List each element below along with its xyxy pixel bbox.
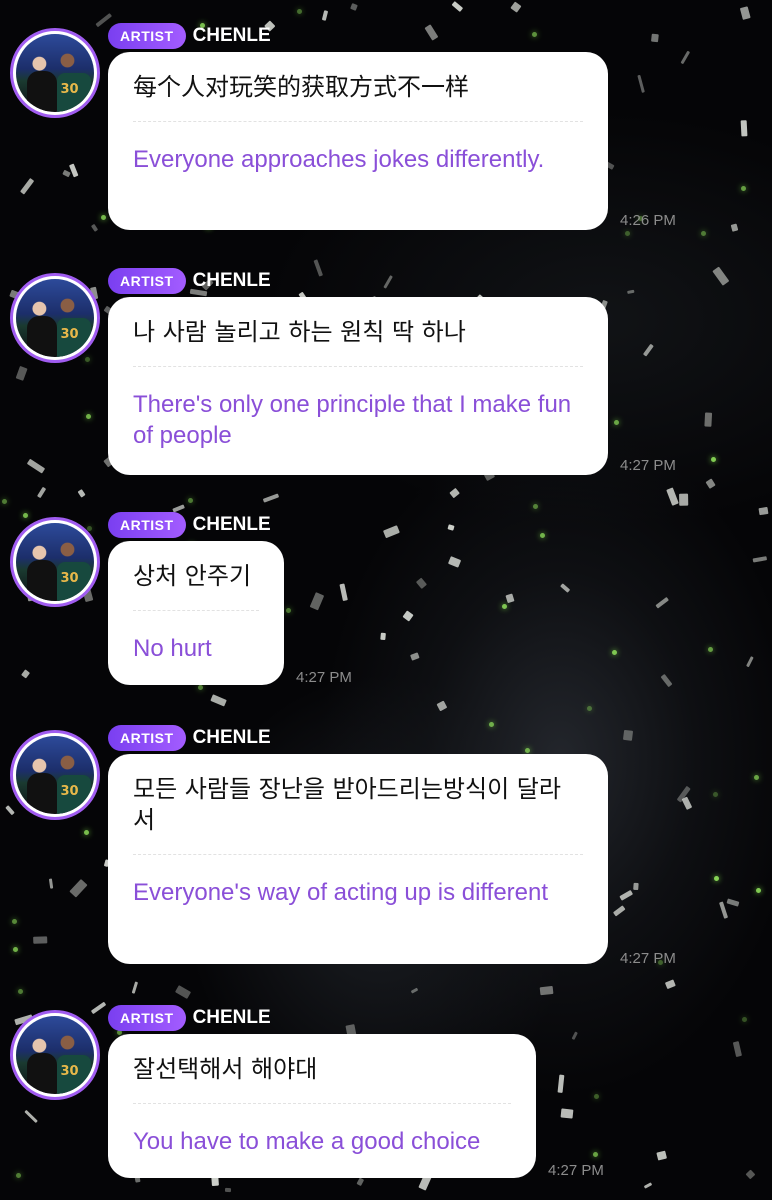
avatar[interactable]: 30 bbox=[10, 1010, 100, 1100]
confetti-piece bbox=[322, 10, 329, 21]
confetti-piece bbox=[739, 6, 751, 21]
lightstick-glow bbox=[296, 8, 302, 14]
confetti-piece bbox=[410, 987, 419, 994]
confetti-piece bbox=[210, 693, 228, 707]
chat-message: 30 ARTIST CHENLE 每个人对玩笑的获取方式不一样 Everyone… bbox=[10, 22, 770, 237]
confetti-piece bbox=[263, 493, 280, 504]
avatar[interactable]: 30 bbox=[10, 730, 100, 820]
timestamp: 4:26 PM bbox=[620, 212, 676, 229]
translation-text: No hurt bbox=[133, 635, 212, 662]
timestamp: 4:27 PM bbox=[548, 1162, 604, 1179]
message-header: ARTIST CHENLE bbox=[108, 22, 271, 50]
artist-badge: ARTIST bbox=[108, 725, 186, 751]
original-text: 每个人对玩笑的获取方式不一样 bbox=[133, 73, 469, 101]
original-text: 잘선택해서 해야대 bbox=[133, 1055, 318, 1083]
chat-message: 30 ARTIST CHENLE 나 사람 놀리고 하는 원칙 딱 하나 The… bbox=[10, 267, 770, 482]
sender-name[interactable]: CHENLE bbox=[193, 270, 271, 292]
avatar-photo: 30 bbox=[16, 279, 94, 357]
message-bubble[interactable]: 상처 안주기 No hurt bbox=[108, 541, 284, 685]
lightstick-glow bbox=[17, 989, 23, 995]
avatar[interactable]: 30 bbox=[10, 273, 100, 363]
confetti-piece bbox=[131, 981, 139, 994]
confetti-piece bbox=[436, 700, 448, 712]
sender-name[interactable]: CHENLE bbox=[193, 1007, 271, 1029]
lightstick-glow bbox=[1, 498, 7, 504]
artist-badge: ARTIST bbox=[108, 268, 186, 294]
confetti-piece bbox=[174, 985, 191, 1000]
avatar-photo: 30 bbox=[16, 34, 94, 112]
message-header: ARTIST CHENLE bbox=[108, 724, 271, 752]
timestamp: 4:27 PM bbox=[620, 950, 676, 967]
avatar-photo: 30 bbox=[16, 736, 94, 814]
avatar-photo: 30 bbox=[16, 1016, 94, 1094]
chat-message: 30 ARTIST CHENLE 모든 사람들 장난을 받아드리는방식이 달라서… bbox=[10, 724, 770, 974]
avatar[interactable]: 30 bbox=[10, 28, 100, 118]
avatar-photo: 30 bbox=[16, 523, 94, 601]
chat-message: 30 ARTIST CHENLE 잘선택해서 해야대 You have to m… bbox=[10, 1004, 770, 1194]
translation-text: Everyone approaches jokes differently. bbox=[133, 146, 545, 173]
lightstick-glow bbox=[587, 705, 593, 711]
confetti-piece bbox=[77, 488, 86, 498]
message-bubble[interactable]: 모든 사람들 장난을 받아드리는방식이 달라서 Everyone's way o… bbox=[108, 754, 608, 964]
message-bubble[interactable]: 잘선택해서 해야대 You have to make a good choice bbox=[108, 1034, 536, 1178]
confetti-piece bbox=[37, 486, 47, 499]
message-header: ARTIST CHENLE bbox=[108, 1004, 271, 1032]
confetti-piece bbox=[349, 3, 358, 12]
lightstick-glow bbox=[188, 497, 194, 503]
confetti-piece bbox=[539, 986, 554, 996]
lightstick-glow bbox=[532, 503, 538, 509]
chat-message: 30 ARTIST CHENLE 상처 안주기 No hurt 4:27 PM bbox=[10, 511, 770, 691]
original-text: 상처 안주기 bbox=[133, 562, 252, 590]
original-text: 모든 사람들 장난을 받아드리는방식이 달라서 bbox=[133, 775, 561, 834]
artist-badge: ARTIST bbox=[108, 1005, 186, 1031]
confetti-piece bbox=[665, 487, 679, 506]
confetti-piece bbox=[679, 493, 688, 505]
timestamp: 4:27 PM bbox=[296, 669, 352, 686]
translation-text: Everyone's way of acting up is different bbox=[133, 879, 549, 906]
translation-text: You have to make a good choice bbox=[133, 1128, 481, 1155]
confetti-piece bbox=[510, 1, 522, 13]
message-header: ARTIST CHENLE bbox=[108, 267, 271, 295]
original-text: 나 사람 놀리고 하는 원칙 딱 하나 bbox=[133, 318, 466, 346]
sender-name[interactable]: CHENLE bbox=[193, 25, 271, 47]
artist-badge: ARTIST bbox=[108, 23, 186, 49]
translation-text: There's only one principle that I make f… bbox=[133, 391, 572, 449]
message-bubble[interactable]: 每个人对玩笑的获取方式不一样 Everyone approaches jokes… bbox=[108, 52, 608, 230]
avatar[interactable]: 30 bbox=[10, 517, 100, 607]
sender-name[interactable]: CHENLE bbox=[193, 727, 271, 749]
confetti-piece bbox=[451, 1, 464, 12]
artist-badge: ARTIST bbox=[108, 512, 186, 538]
message-bubble[interactable]: 나 사람 놀리고 하는 원칙 딱 하나 There's only one pri… bbox=[108, 297, 608, 475]
timestamp: 4:27 PM bbox=[620, 457, 676, 474]
confetti-piece bbox=[448, 487, 460, 499]
sender-name[interactable]: CHENLE bbox=[193, 514, 271, 536]
message-header: ARTIST CHENLE bbox=[108, 511, 271, 539]
confetti-piece bbox=[665, 979, 677, 990]
